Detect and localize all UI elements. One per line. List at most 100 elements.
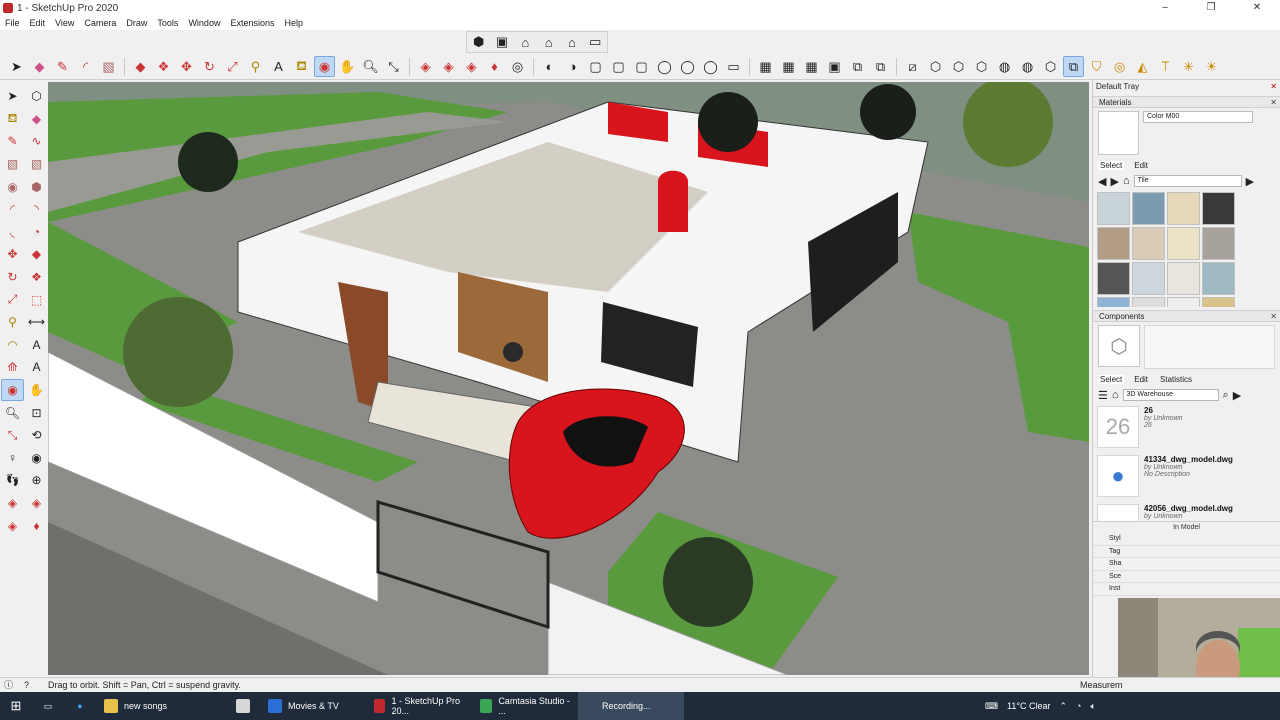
material-tile[interactable] xyxy=(1132,227,1165,260)
tape-measure-icon[interactable]: ⚲ xyxy=(1,311,24,334)
rotated-rectangle-icon[interactable]: ▧ xyxy=(25,153,48,176)
rotate-icon[interactable]: ↻ xyxy=(1,266,24,289)
menu-extensions[interactable]: Extensions xyxy=(225,16,279,30)
eraser-icon[interactable]: ◆ xyxy=(29,56,50,77)
in-model-button[interactable]: In Model xyxy=(1093,521,1280,533)
tab-select[interactable]: Select xyxy=(1098,375,1125,384)
material-tile[interactable] xyxy=(1132,192,1165,225)
extension-warehouse-icon[interactable]: ◈ xyxy=(25,492,48,515)
menu-camera[interactable]: Camera xyxy=(79,16,121,30)
triangle-icon[interactable]: ◭ xyxy=(1132,56,1153,77)
select-icon[interactable]: ➤ xyxy=(6,56,27,77)
material-tile[interactable] xyxy=(1167,262,1200,295)
menu-tools[interactable]: Tools xyxy=(152,16,183,30)
cube-icon[interactable]: ⬡ xyxy=(948,56,969,77)
rectangle-icon[interactable]: ▧ xyxy=(1,153,24,176)
material-tile[interactable] xyxy=(1097,262,1130,295)
menu-view[interactable]: View xyxy=(50,16,79,30)
left-view-icon[interactable]: ▭ xyxy=(585,32,606,53)
library-select[interactable]: Tile xyxy=(1133,175,1242,187)
sun-icon[interactable]: ☀ xyxy=(1201,56,1222,77)
edge-icon[interactable]: ● xyxy=(64,692,96,720)
rectangle-icon[interactable]: ▧ xyxy=(98,56,119,77)
taskbar-item-sketchup[interactable]: 1 - SketchUp Pro 20... xyxy=(366,692,472,720)
sphere-icon[interactable]: ◍ xyxy=(1017,56,1038,77)
zoom-window-icon[interactable]: ⊡ xyxy=(25,401,48,424)
taskbar-item-new-songs[interactable]: new songs xyxy=(96,692,228,720)
line-icon[interactable]: ✎ xyxy=(1,130,24,153)
orbit-icon[interactable]: ◉ xyxy=(314,56,335,77)
instructor-panel[interactable]: Inst xyxy=(1093,583,1280,596)
styles-panel[interactable]: Styl xyxy=(1093,533,1280,546)
tags-panel[interactable]: Tag xyxy=(1093,546,1280,558)
material-tile[interactable] xyxy=(1202,227,1235,260)
polygon-icon[interactable]: ⬢ xyxy=(25,175,48,198)
close-icon[interactable]: ✕ xyxy=(1270,97,1277,109)
menu-window[interactable]: Window xyxy=(183,16,225,30)
zoom-icon[interactable]: 🔍︎ xyxy=(360,56,381,77)
material-tile[interactable] xyxy=(1167,192,1200,225)
walk-icon[interactable]: 👣︎ xyxy=(1,469,24,492)
rotate-icon[interactable]: ↻ xyxy=(199,56,220,77)
lock-icon[interactable]: ▣ xyxy=(824,56,845,77)
close-icon[interactable]: ✕ xyxy=(1270,80,1277,93)
components-icon[interactable]: ⧉ xyxy=(847,56,868,77)
help-icon[interactable]: ? xyxy=(24,678,29,692)
cube-icon[interactable]: ⬡ xyxy=(925,56,946,77)
material-tile[interactable] xyxy=(1167,227,1200,260)
components-header[interactable]: Components ✕ xyxy=(1093,310,1280,322)
cube-icon[interactable]: ⬡ xyxy=(971,56,992,77)
dimension-icon[interactable]: ⟷ xyxy=(25,311,48,334)
push-pull-icon[interactable]: ◆ xyxy=(25,243,48,266)
home-icon[interactable]: ⌂ xyxy=(1112,389,1119,401)
scenes-icon[interactable]: ▦ xyxy=(801,56,822,77)
make-component-icon[interactable]: ⬡ xyxy=(25,85,48,108)
materials-header[interactable]: Materials ✕ xyxy=(1093,96,1280,108)
tool-icon[interactable]: ⟙ xyxy=(1155,56,1176,77)
pie-icon[interactable]: ◔ xyxy=(25,221,48,244)
material-tile[interactable] xyxy=(1202,262,1235,295)
weather-label[interactable]: 11°C Clear xyxy=(1007,701,1050,711)
zoom-extents-icon[interactable]: ⤡ xyxy=(1,424,24,447)
model-viewport[interactable] xyxy=(48,82,1089,675)
top-view-icon[interactable]: ▣ xyxy=(491,32,512,53)
taskbar-item-camtasia[interactable]: Camtasia Studio - ... xyxy=(472,692,578,720)
material-tile[interactable] xyxy=(1132,262,1165,295)
tab-edit[interactable]: Edit xyxy=(1132,375,1150,384)
monochrome-icon[interactable]: ▭ xyxy=(723,56,744,77)
tab-select[interactable]: Select xyxy=(1098,161,1125,170)
search-icon[interactable]: ⌕ xyxy=(1223,389,1229,402)
right-view-icon[interactable]: ⌂ xyxy=(538,32,559,53)
follow-me-icon[interactable]: ❖ xyxy=(25,266,48,289)
ruby-icon[interactable]: ♦ xyxy=(484,56,505,77)
follow-me-icon[interactable]: ❖ xyxy=(153,56,174,77)
taskbar-item-store[interactable] xyxy=(228,692,260,720)
paint-bucket-icon[interactable]: ⛾ xyxy=(1,108,24,131)
minimize-button[interactable]: – xyxy=(1142,0,1188,16)
groups-icon[interactable]: ⧉ xyxy=(870,56,891,77)
volume-icon[interactable]: 🔈︎ xyxy=(1090,701,1095,712)
info-icon[interactable]: ⓘ xyxy=(4,678,13,692)
taskbar-item-movies[interactable]: Movies & TV xyxy=(260,692,366,720)
arc-3-icon[interactable]: ◟ xyxy=(1,221,24,244)
select-icon[interactable]: ➤ xyxy=(1,85,24,108)
close-button[interactable]: ✕ xyxy=(1234,0,1280,16)
arc-2-icon[interactable]: ◝ xyxy=(25,198,48,221)
iso-view-icon[interactable]: ⬢ xyxy=(468,32,489,53)
warehouse-icon[interactable]: ◈ xyxy=(1,492,24,515)
tab-statistics[interactable]: Statistics xyxy=(1158,375,1194,384)
scale-icon[interactable]: ⤢ xyxy=(222,56,243,77)
push-pull-icon[interactable]: ◆ xyxy=(130,56,151,77)
axes-icon[interactable]: ⟰ xyxy=(1,356,24,379)
section-plane-icon[interactable]: ◐ xyxy=(539,56,560,77)
shaded-icon[interactable]: ◯ xyxy=(677,56,698,77)
back-arrow-icon[interactable]: ◀ xyxy=(1098,175,1106,188)
move-icon[interactable]: ✥ xyxy=(176,56,197,77)
wireframe-icon[interactable]: ▢ xyxy=(631,56,652,77)
protractor-icon[interactable]: ◠ xyxy=(1,334,24,357)
freehand-icon[interactable]: ∿ xyxy=(25,130,48,153)
scenes-panel[interactable]: Sce xyxy=(1093,571,1280,583)
arc-icon[interactable]: ◜ xyxy=(75,56,96,77)
text-icon[interactable]: A xyxy=(25,334,48,357)
back-edges-icon[interactable]: ▢ xyxy=(608,56,629,77)
